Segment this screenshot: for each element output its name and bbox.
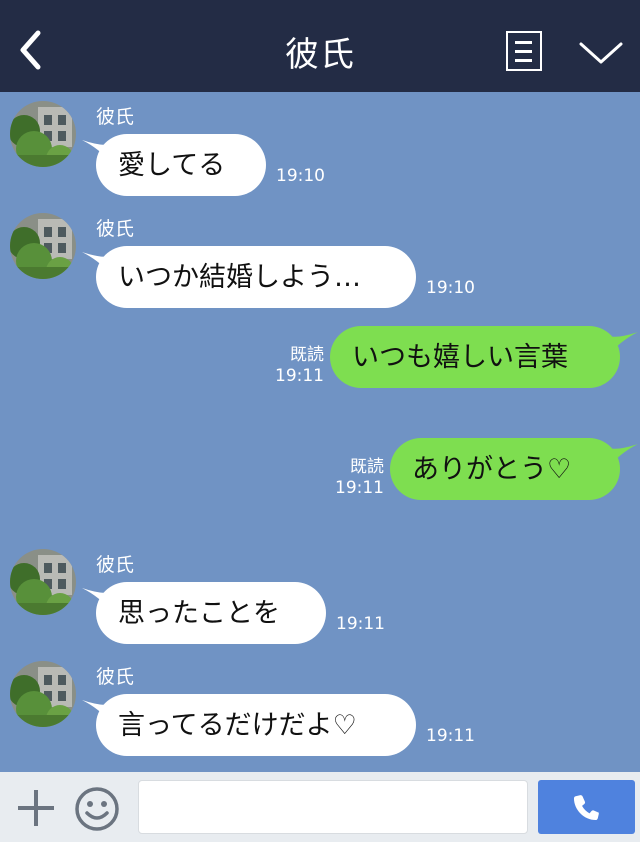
smiley-icon [75,787,119,831]
collapse-button[interactable] [578,38,624,68]
message-time: 19:10 [426,278,475,298]
message-time: 19:11 [275,366,324,387]
chat-header: 彼氏 [0,0,640,92]
message-time: 19:11 [336,614,385,634]
avatar[interactable] [10,549,76,615]
sender-name: 彼氏 [96,666,135,688]
message-bubble[interactable]: いつか結婚しよう… [96,246,416,308]
plus-button[interactable] [16,788,56,828]
message-bubble[interactable]: ありがとう♡ [390,438,620,500]
message-time: 19:11 [335,478,384,499]
read-receipt: 既読 19:11 [322,457,384,500]
chevron-down-icon [579,42,623,64]
read-label: 既読 [290,345,324,365]
sender-name: 彼氏 [96,554,135,576]
read-receipt: 既読 19:11 [262,345,324,388]
sender-name: 彼氏 [96,106,135,128]
message-bubble[interactable]: 思ったことを [96,582,326,644]
emoji-button[interactable] [74,786,120,832]
phone-icon [573,795,599,821]
message-time: 19:11 [426,726,475,746]
input-bar [0,772,640,842]
read-label: 既読 [350,457,384,477]
message-input[interactable] [138,780,528,834]
message-bubble[interactable]: 言ってるだけだよ♡ [96,694,416,756]
message-time: 19:10 [276,166,325,186]
menu-button[interactable] [506,31,542,71]
avatar[interactable] [10,101,76,167]
chat-title: 彼氏 [285,35,355,75]
message-bubble[interactable]: 愛してる [96,134,266,196]
avatar[interactable] [10,213,76,279]
sender-name: 彼氏 [96,218,135,240]
message-bubble[interactable]: いつも嬉しい言葉 [330,326,620,388]
chat-area[interactable]: 彼氏 愛してる 19:10 彼氏 いつか結婚しよう… 19:10 既読 19:1… [0,92,640,772]
plus-icon [18,790,54,826]
call-button[interactable] [538,780,635,834]
avatar[interactable] [10,661,76,727]
